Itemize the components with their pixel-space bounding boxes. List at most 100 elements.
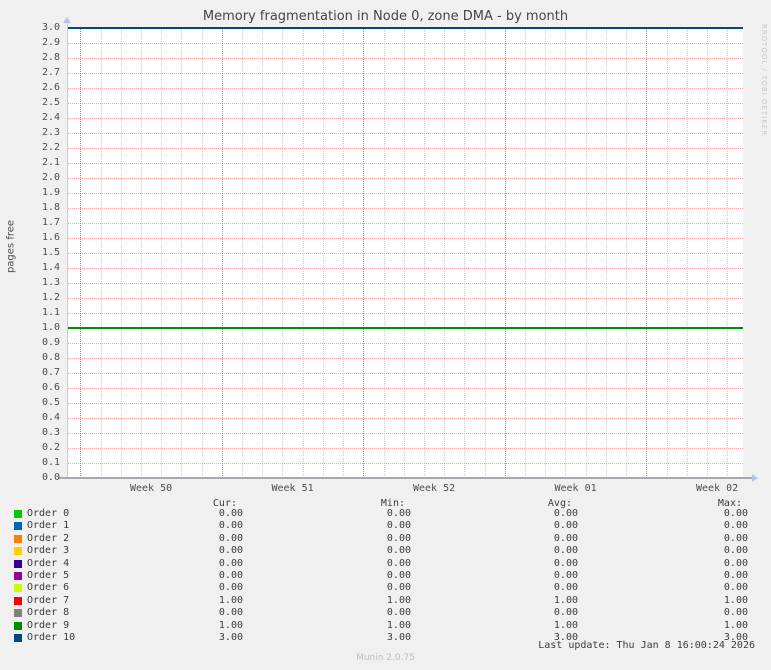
y-tick-label: 1.5: [41, 247, 60, 258]
y-tick-label: 0.7: [41, 367, 60, 378]
h-gridline: [67, 133, 743, 134]
week-gridline: [646, 28, 648, 478]
day-gridline: [727, 28, 729, 478]
legend-value: 0.00: [553, 545, 578, 557]
legend-series-name: Order 1: [27, 520, 70, 532]
legend-value: 0.00: [553, 607, 578, 619]
h-gridline: [67, 178, 743, 179]
y-tick-label: 2.7: [41, 67, 60, 78]
legend-value: 0.00: [386, 582, 411, 594]
week-gridline: [363, 28, 365, 478]
legend-value: 1.00: [218, 619, 243, 631]
legend-swatch-icon: [14, 534, 22, 543]
h-gridline: [67, 283, 743, 284]
legend-swatch-icon: [14, 572, 22, 580]
legend-value: 1.00: [723, 619, 748, 631]
y-tick-label: 1.1: [41, 307, 60, 318]
legend-swatch-icon: [14, 559, 22, 568]
chart-title: Memory fragmentation in Node 0, zone DMA…: [202, 9, 569, 24]
day-gridline: [181, 28, 183, 478]
y-tick-label: 1.0: [41, 322, 60, 333]
last-update-text: Last update: Thu Jan 8 16:00:24 2026: [538, 640, 755, 651]
day-gridline: [444, 28, 446, 478]
h-gridline: [67, 418, 743, 419]
series-line-order-10: [67, 27, 743, 29]
x-tick-label: Week 52: [412, 483, 456, 494]
day-gridline: [242, 28, 243, 478]
h-gridline: [67, 43, 743, 44]
legend-swatch-icon: [14, 584, 22, 593]
h-gridline: [67, 298, 743, 299]
legend-series-name: Order 2: [27, 532, 70, 544]
y-tick-label: 2.3: [41, 127, 60, 138]
legend-value: 0.00: [386, 532, 411, 544]
y-tick-label: 0.5: [41, 397, 60, 408]
legend-row-order-0: Order 0 0.00 0.00 0.00 0.00: [0, 508, 771, 520]
day-gridline: [120, 28, 122, 478]
legend-value: 0.00: [723, 532, 748, 544]
h-gridline: [67, 223, 743, 224]
legend-value: 0.00: [723, 545, 748, 557]
legend-value: 0.00: [723, 557, 748, 569]
h-gridline: [67, 148, 743, 149]
legend-series-name: Order 0: [27, 508, 70, 519]
legend-value: 0.00: [218, 607, 243, 619]
legend-value: 0.00: [553, 508, 578, 519]
legend-value: 0.00: [723, 570, 748, 581]
legend-value: 0.00: [386, 508, 411, 519]
h-gridline: [67, 268, 743, 269]
h-gridline: [67, 88, 743, 89]
y-tick-label: 2.2: [41, 142, 60, 153]
y-tick-label: 2.1: [41, 157, 60, 168]
day-gridline: [666, 28, 668, 478]
x-axis-line: [58, 477, 752, 479]
legend-value: 0.00: [218, 582, 243, 594]
y-tick-label: 0.2: [41, 442, 60, 453]
h-gridline: [67, 253, 743, 254]
x-tick-label: Week 51: [271, 483, 314, 494]
legend-value: 0.00: [386, 520, 411, 532]
legend-value: 1.00: [386, 619, 411, 631]
munin-version-text: Munin 2.0.75: [356, 653, 415, 663]
y-tick-label: 1.9: [41, 187, 60, 198]
y-tick-label: 1.4: [41, 262, 60, 273]
day-gridline: [525, 28, 526, 478]
h-gridline: [67, 343, 743, 344]
y-axis-line: [67, 21, 68, 478]
h-gridline: [67, 388, 743, 389]
h-gridline: [67, 403, 743, 404]
legend-row-order-6: Order 6 0.00 0.00 0.00 0.00: [0, 582, 771, 594]
x-tick-label: Week 50: [129, 483, 173, 494]
legend-value: 0.00: [553, 570, 578, 581]
y-tick-label: 2.8: [41, 52, 60, 63]
week-gridline: [221, 28, 223, 478]
day-gridline: [545, 28, 547, 478]
y-tick-label: 2.5: [41, 97, 60, 108]
legend-swatch-icon: [14, 547, 22, 556]
y-tick-label: 0.1: [41, 457, 60, 468]
day-gridline: [383, 28, 385, 478]
legend-swatch-icon: [14, 510, 22, 518]
legend-series-name: Order 5: [27, 570, 70, 581]
legend-value: 0.00: [386, 545, 411, 557]
h-gridline: [67, 313, 743, 314]
y-tick-label: 0.6: [41, 382, 60, 393]
legend-value: 0.00: [218, 508, 243, 519]
h-gridline: [67, 448, 743, 449]
day-gridline: [605, 28, 607, 478]
day-gridline: [686, 28, 688, 478]
day-gridline: [464, 28, 466, 478]
legend-row-order-4: Order 4 0.00 0.00 0.00 0.00: [0, 558, 771, 570]
legend-value: 1.00: [553, 619, 578, 631]
legend-series-name: Order 9: [27, 619, 70, 631]
y-tick-label: 2.6: [41, 82, 60, 93]
week-gridline: [80, 28, 82, 478]
h-gridline: [67, 208, 743, 209]
h-gridline: [67, 358, 743, 359]
day-gridline: [140, 28, 142, 478]
legend-value: 0.00: [218, 545, 243, 557]
legend-series-name: Order 3: [27, 545, 70, 557]
legend-series-name: Order 8: [27, 607, 70, 619]
y-tick-label: 1.3: [41, 277, 60, 288]
day-gridline: [262, 28, 264, 478]
